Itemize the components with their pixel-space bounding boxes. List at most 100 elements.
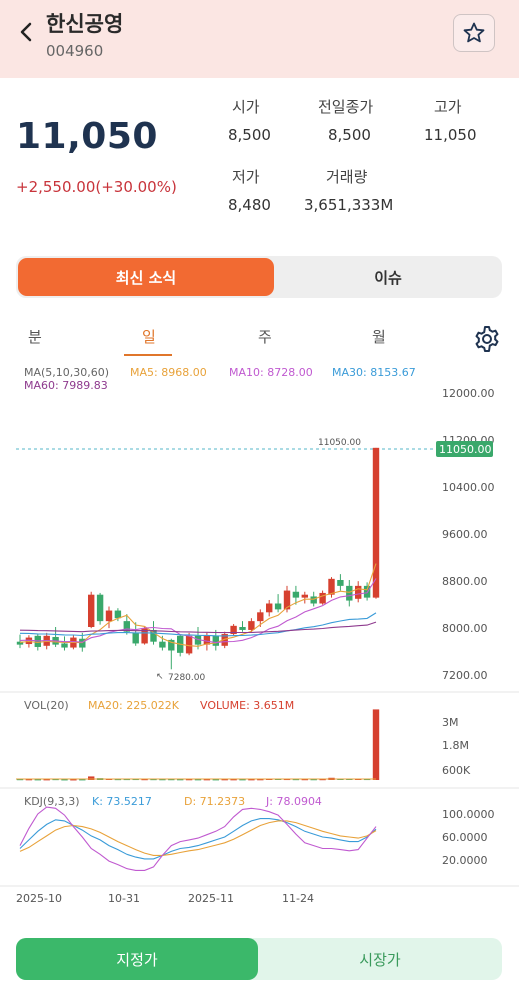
- stat-high-label: 고가: [434, 98, 462, 116]
- kdj-tick-label: 100.0000: [442, 808, 495, 821]
- kdj-tick-label: 20.0000: [442, 854, 488, 867]
- market-order-button[interactable]: 시장가: [258, 938, 502, 980]
- stock-chart[interactable]: MA(5,10,30,60) MA5: 8968.00 MA10: 8728.0…: [0, 358, 519, 908]
- vol-legend-params: VOL(20): [24, 699, 69, 712]
- last-price-tag-label: 11050.00: [439, 443, 492, 456]
- candle-body: [96, 594, 104, 622]
- favorite-button[interactable]: [453, 14, 495, 52]
- volume-tick-label: 3M: [442, 716, 459, 729]
- chevron-left-icon: [20, 22, 32, 42]
- order-type-bar: 지정가 시장가: [16, 938, 502, 980]
- candle-body: [266, 603, 273, 613]
- ma-legend-params: MA(5,10,30,60): [24, 366, 109, 379]
- stat-open-value: 8,500: [228, 126, 271, 144]
- stat-volume-value: 3,651,333M: [304, 196, 394, 214]
- stock-name: 한신공영: [46, 12, 124, 36]
- stat-volume-label: 거래량: [326, 168, 368, 186]
- candle-body: [346, 585, 353, 601]
- star-icon: [463, 22, 485, 43]
- volume-tick-label: 600K: [442, 764, 471, 777]
- price-tick-label: 8000.00: [442, 622, 488, 635]
- candle-body: [319, 592, 326, 604]
- stat-prev-close-value: 8,500: [328, 126, 371, 144]
- stat-low-value: 8,480: [228, 196, 271, 214]
- stat-low-label: 저가: [232, 168, 260, 186]
- volume-bar: [43, 779, 50, 781]
- period-minute[interactable]: 분: [28, 326, 42, 347]
- kdj-j-legend: J: 78.0904: [265, 795, 322, 808]
- header-bar: 한신공영 004960: [0, 0, 519, 78]
- vol-ma20-legend: MA20: 225.022K: [88, 699, 180, 712]
- tab-latest-news[interactable]: 최신 소식: [18, 258, 274, 296]
- ma30-legend: MA30: 8153.67: [332, 366, 416, 379]
- period-day[interactable]: 일: [142, 326, 156, 347]
- kdj-legend-params: KDJ(9,3,3): [24, 795, 80, 808]
- volume-tick-label: 1.8M: [442, 739, 469, 752]
- candle-body: [274, 603, 282, 610]
- candle-body: [257, 612, 264, 622]
- kdj-k-legend: K: 73.5217: [92, 795, 152, 808]
- ma5-legend: MA5: 8968.00: [130, 366, 207, 379]
- volume-layer: [16, 709, 380, 781]
- back-button[interactable]: [16, 14, 40, 50]
- tab-issues[interactable]: 이슈: [274, 256, 502, 298]
- limit-order-button[interactable]: 지정가: [16, 938, 258, 980]
- x-axis-label: 11-24: [282, 892, 314, 905]
- ma10-legend: MA10: 8728.00: [229, 366, 313, 379]
- stat-prev-close-label: 전일종가: [318, 98, 374, 116]
- candle-body: [328, 578, 335, 595]
- volume-bar: [239, 779, 246, 781]
- x-axis-label: 10-31: [108, 892, 140, 905]
- volume-bar: [372, 709, 380, 780]
- candle-body: [212, 635, 219, 646]
- candle-body: [132, 632, 139, 644]
- price-tick-label: 12000.00: [442, 387, 495, 400]
- kdj-tick-label: 60.0000: [442, 831, 488, 844]
- kdj-layer: [19, 806, 377, 871]
- candle-body: [61, 643, 68, 648]
- candles-layer: [16, 447, 380, 670]
- volume-bar: [61, 779, 68, 781]
- x-axis-label: 2025-10: [16, 892, 62, 905]
- volume-bar: [212, 779, 219, 781]
- candle-body: [363, 585, 371, 598]
- current-price: 11,050: [16, 116, 158, 157]
- news-tab-bar: 최신 소식 이슈: [16, 256, 502, 298]
- chart-settings-button[interactable]: [472, 324, 502, 354]
- stat-high-value: 11,050: [424, 126, 477, 144]
- price-tick-label: 10400.00: [442, 481, 495, 494]
- price-change: +2,550.00(+30.00%): [16, 178, 177, 196]
- volume-bar: [34, 779, 41, 781]
- candle-body: [105, 610, 113, 622]
- price-tick-label: 8800.00: [442, 575, 488, 588]
- period-month[interactable]: 월: [372, 326, 386, 347]
- min-marker: ↖: [156, 672, 164, 682]
- candle-body: [310, 596, 317, 604]
- candle-body: [239, 627, 246, 630]
- gear-icon: [475, 326, 499, 352]
- period-active-indicator: [124, 354, 172, 356]
- candle-body: [372, 447, 380, 598]
- candle-body: [185, 635, 193, 654]
- candle-body: [301, 594, 308, 598]
- x-axis-label: 2025-11: [188, 892, 234, 905]
- price-tick-label: 7200.00: [442, 669, 488, 682]
- kdj-d-legend: D: 71.2373: [184, 795, 245, 808]
- candle-body: [248, 621, 255, 630]
- stat-open-label: 시가: [232, 98, 260, 116]
- price-tick-label: 9600.00: [442, 528, 488, 541]
- vol-volume-legend: VOLUME: 3.651M: [200, 699, 294, 712]
- candle-body: [337, 580, 344, 586]
- candle-body: [292, 591, 300, 598]
- stock-code: 004960: [46, 42, 104, 60]
- candle-body: [88, 594, 95, 627]
- volume-bar: [79, 779, 86, 781]
- candle-body: [355, 585, 362, 599]
- max-price-label: 11050.00: [318, 438, 361, 448]
- ma60-legend: MA60: 7989.83: [24, 379, 108, 392]
- volume-bar: [70, 779, 77, 781]
- kdj-k-line: [19, 818, 377, 860]
- min-price-label: 7280.00: [168, 673, 205, 683]
- candle-body: [159, 641, 166, 648]
- period-week[interactable]: 주: [258, 326, 272, 347]
